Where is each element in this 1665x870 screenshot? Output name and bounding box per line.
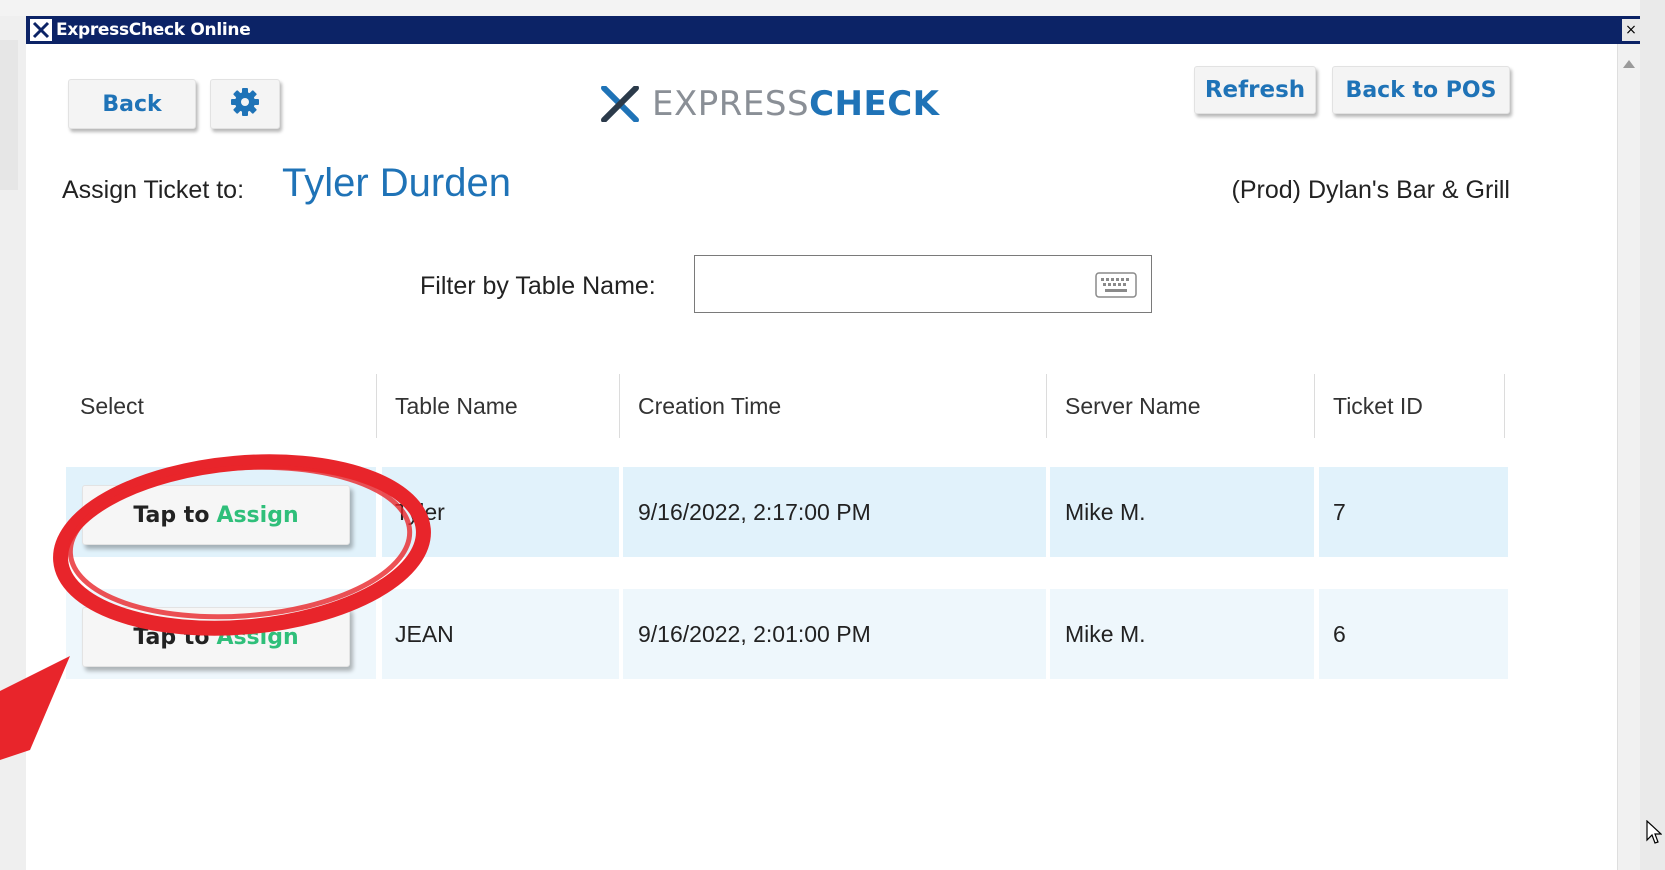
app-window: ExpressCheck Online × Back EXPRESS CHECK… — [26, 16, 1640, 870]
back-to-pos-button[interactable]: Back to POS — [1332, 66, 1510, 114]
keyboard-icon[interactable] — [1095, 272, 1137, 302]
ticket-id-cell: 7 — [1319, 467, 1508, 557]
assign-ticket-label: Assign Ticket to: — [62, 176, 245, 204]
desktop-background-right — [1640, 0, 1665, 870]
ticket-id-cell: 6 — [1319, 589, 1508, 679]
filter-label: Filter by Table Name: — [420, 272, 656, 300]
logo-text-check: CHECK — [809, 84, 940, 124]
expresscheck-x-icon — [30, 19, 52, 41]
select-cell: Tap to Assign — [66, 467, 376, 557]
scroll-up-arrow-icon[interactable] — [1623, 60, 1635, 68]
header-divider — [1314, 374, 1315, 438]
header-creation-time: Creation Time — [638, 392, 782, 419]
back-button[interactable]: Back — [68, 79, 196, 129]
filter-table-name-field[interactable] — [694, 255, 1152, 313]
assignee-name: Tyler Durden — [282, 161, 511, 205]
desktop-background-top — [0, 0, 1665, 16]
refresh-button[interactable]: Refresh — [1194, 66, 1316, 114]
filter-input[interactable] — [703, 256, 1087, 310]
header-divider — [376, 374, 377, 438]
header-table-name: Table Name — [395, 392, 518, 419]
header-divider — [1046, 374, 1047, 438]
server-name-cell: Mike M. — [1050, 467, 1314, 557]
tap-to-text: Tap to — [133, 624, 210, 650]
expresscheck-logo: EXPRESS CHECK — [600, 82, 940, 126]
header-select: Select — [80, 392, 144, 419]
assign-text: Assign — [216, 502, 299, 528]
mouse-cursor-icon — [1646, 820, 1662, 844]
table-name-cell: JEAN — [382, 589, 619, 679]
server-name-cell: Mike M. — [1050, 589, 1314, 679]
header-ticket-id: Ticket ID — [1333, 392, 1423, 419]
header-divider — [619, 374, 620, 438]
gear-icon — [229, 86, 261, 122]
assign-text: Assign — [216, 624, 299, 650]
desktop-background-left-shade — [0, 40, 18, 190]
settings-button[interactable] — [210, 79, 280, 129]
table-row: Tap to Assign Tyler 9/16/2022, 2:17:00 PM… — [66, 467, 1508, 557]
tap-to-assign-button[interactable]: Tap to Assign — [82, 607, 350, 667]
logo-text-express: EXPRESS — [652, 84, 810, 124]
window-title: ExpressCheck Online — [56, 20, 251, 40]
titlebar: ExpressCheck Online × — [26, 16, 1640, 44]
table-header: Select Table Name Creation Time Server N… — [66, 374, 1508, 438]
tap-to-text: Tap to — [133, 502, 210, 528]
header-server-name: Server Name — [1065, 392, 1201, 419]
venue-name: (Prod) Dylan's Bar & Grill — [1231, 176, 1510, 204]
table-name-cell: Tyler — [382, 467, 619, 557]
tap-to-assign-button[interactable]: Tap to Assign — [82, 485, 350, 545]
header-divider — [1504, 374, 1505, 438]
logo-x-icon — [601, 86, 639, 122]
vertical-scrollbar[interactable] — [1617, 44, 1640, 870]
creation-time-cell: 9/16/2022, 2:01:00 PM — [623, 589, 1046, 679]
creation-time-cell: 9/16/2022, 2:17:00 PM — [623, 467, 1046, 557]
close-icon[interactable]: × — [1622, 19, 1640, 41]
select-cell: Tap to Assign — [66, 589, 376, 679]
table-row: Tap to Assign JEAN 9/16/2022, 2:01:00 PM … — [66, 589, 1508, 679]
